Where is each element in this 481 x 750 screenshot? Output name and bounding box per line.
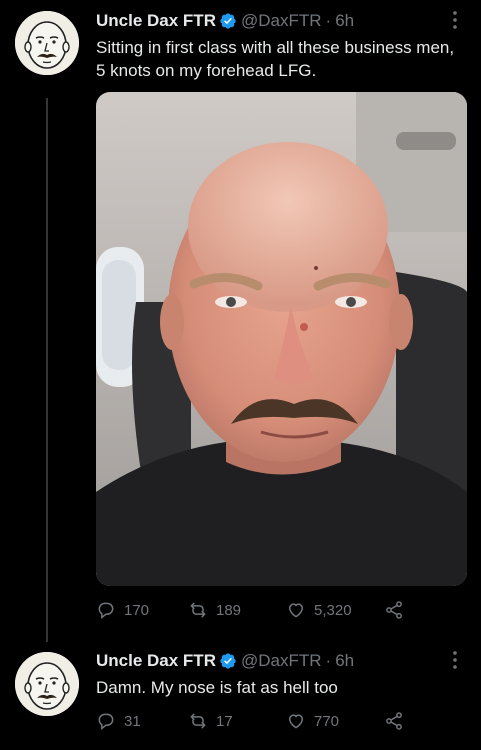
retweet-icon: [190, 602, 206, 618]
tweet-header: Uncle Dax FTR @DaxFTR · 6h: [96, 650, 441, 672]
avatar[interactable]: [15, 11, 79, 75]
display-name[interactable]: Uncle Dax FTR: [96, 651, 216, 671]
share-button[interactable]: [384, 709, 404, 733]
more-options-icon[interactable]: [445, 9, 465, 31]
avatar-illustration: [15, 11, 79, 75]
thread-connector-line: [46, 98, 48, 642]
separator-dot: ·: [325, 651, 332, 670]
retweet-button[interactable]: 189: [188, 598, 241, 622]
handle[interactable]: @DaxFTR: [241, 651, 322, 671]
retweet-icon: [190, 713, 206, 729]
tweet[interactable]: Uncle Dax FTR @DaxFTR · 6h Sitting in fi…: [0, 0, 481, 642]
share-icon: [386, 601, 402, 619]
like-button[interactable]: 5,320: [286, 598, 352, 622]
avatar[interactable]: [15, 652, 79, 716]
more-options-icon[interactable]: [445, 649, 465, 671]
verified-badge-icon: [219, 12, 237, 30]
timestamp[interactable]: 6h: [335, 11, 354, 31]
retweet-count: 17: [216, 712, 233, 730]
selfie-photo-illustration: [96, 92, 467, 586]
avatar-illustration: [15, 652, 79, 716]
heart-icon: [289, 603, 303, 618]
separator-dot: ·: [325, 11, 332, 30]
tweet[interactable]: Uncle Dax FTR @DaxFTR · 6h Damn. My nose…: [0, 640, 481, 750]
like-button[interactable]: 770: [286, 709, 339, 733]
like-count: 770: [314, 712, 340, 730]
tweet-photo[interactable]: [96, 92, 467, 586]
reply-button[interactable]: 31: [96, 709, 141, 733]
reply-icon: [98, 602, 114, 620]
reply-icon: [98, 713, 114, 731]
tweet-text: Damn. My nose is fat as hell too: [96, 678, 338, 697]
tweet-header: Uncle Dax FTR @DaxFTR · 6h: [96, 10, 441, 32]
verified-badge-icon: [219, 652, 237, 670]
share-button[interactable]: [384, 598, 404, 622]
reply-count: 170: [124, 601, 150, 619]
retweet-count: 189: [216, 601, 242, 619]
tweet-text: Sitting in first class with all these bu…: [96, 38, 455, 80]
display-name[interactable]: Uncle Dax FTR: [96, 11, 216, 31]
heart-icon: [289, 714, 303, 729]
timestamp[interactable]: 6h: [335, 651, 354, 671]
reply-count: 31: [124, 712, 141, 730]
retweet-button[interactable]: 17: [188, 709, 233, 733]
reply-button[interactable]: 170: [96, 598, 149, 622]
share-icon: [386, 712, 402, 730]
like-count: 5,320: [314, 601, 352, 619]
tweet-actions: 170 189 5,320: [96, 598, 426, 622]
tweet-actions: 31 17 770: [96, 709, 426, 733]
handle[interactable]: @DaxFTR: [241, 11, 322, 31]
